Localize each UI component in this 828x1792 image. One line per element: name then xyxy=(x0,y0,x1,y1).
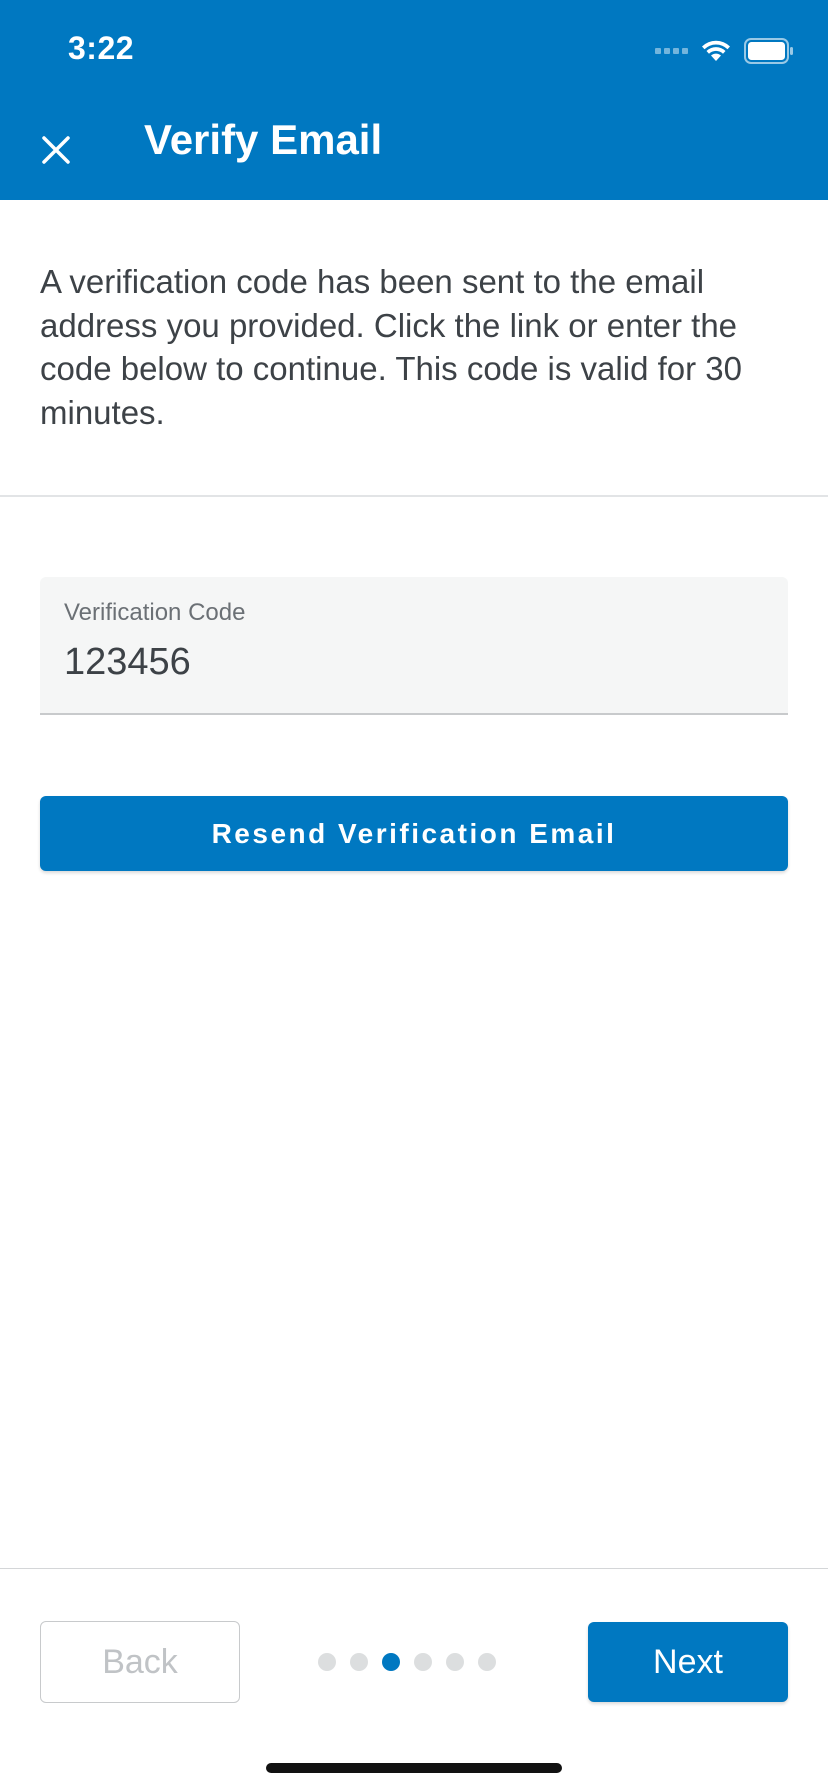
page-title: Verify Email xyxy=(144,116,383,163)
status-time: 3:22 xyxy=(68,30,135,66)
cellular-signal-icon xyxy=(655,48,688,54)
close-icon xyxy=(42,136,70,164)
status-icons xyxy=(655,36,794,66)
step-dot-active xyxy=(382,1653,400,1671)
close-button[interactable] xyxy=(34,128,78,172)
step-dot xyxy=(318,1653,336,1671)
intro-text: A verification code has been sent to the… xyxy=(40,263,742,431)
wifi-icon xyxy=(702,40,730,61)
verification-code-field[interactable]: Verification Code xyxy=(40,577,788,715)
footer-divider xyxy=(0,1568,828,1569)
app-header: 3:22 Verify Email xyxy=(0,0,828,200)
verification-code-label: Verification Code xyxy=(64,599,246,626)
battery-icon xyxy=(744,38,793,64)
step-dot xyxy=(414,1653,432,1671)
verification-code-input[interactable] xyxy=(64,641,754,684)
step-dot xyxy=(350,1653,368,1671)
resend-verification-button[interactable]: Resend Verification Email xyxy=(40,796,788,871)
back-button[interactable]: Back xyxy=(40,1621,240,1703)
divider xyxy=(0,495,828,497)
step-dot xyxy=(446,1653,464,1671)
step-indicator xyxy=(318,1653,496,1671)
next-button[interactable]: Next xyxy=(588,1622,788,1702)
step-dot xyxy=(478,1653,496,1671)
home-indicator xyxy=(266,1763,562,1773)
